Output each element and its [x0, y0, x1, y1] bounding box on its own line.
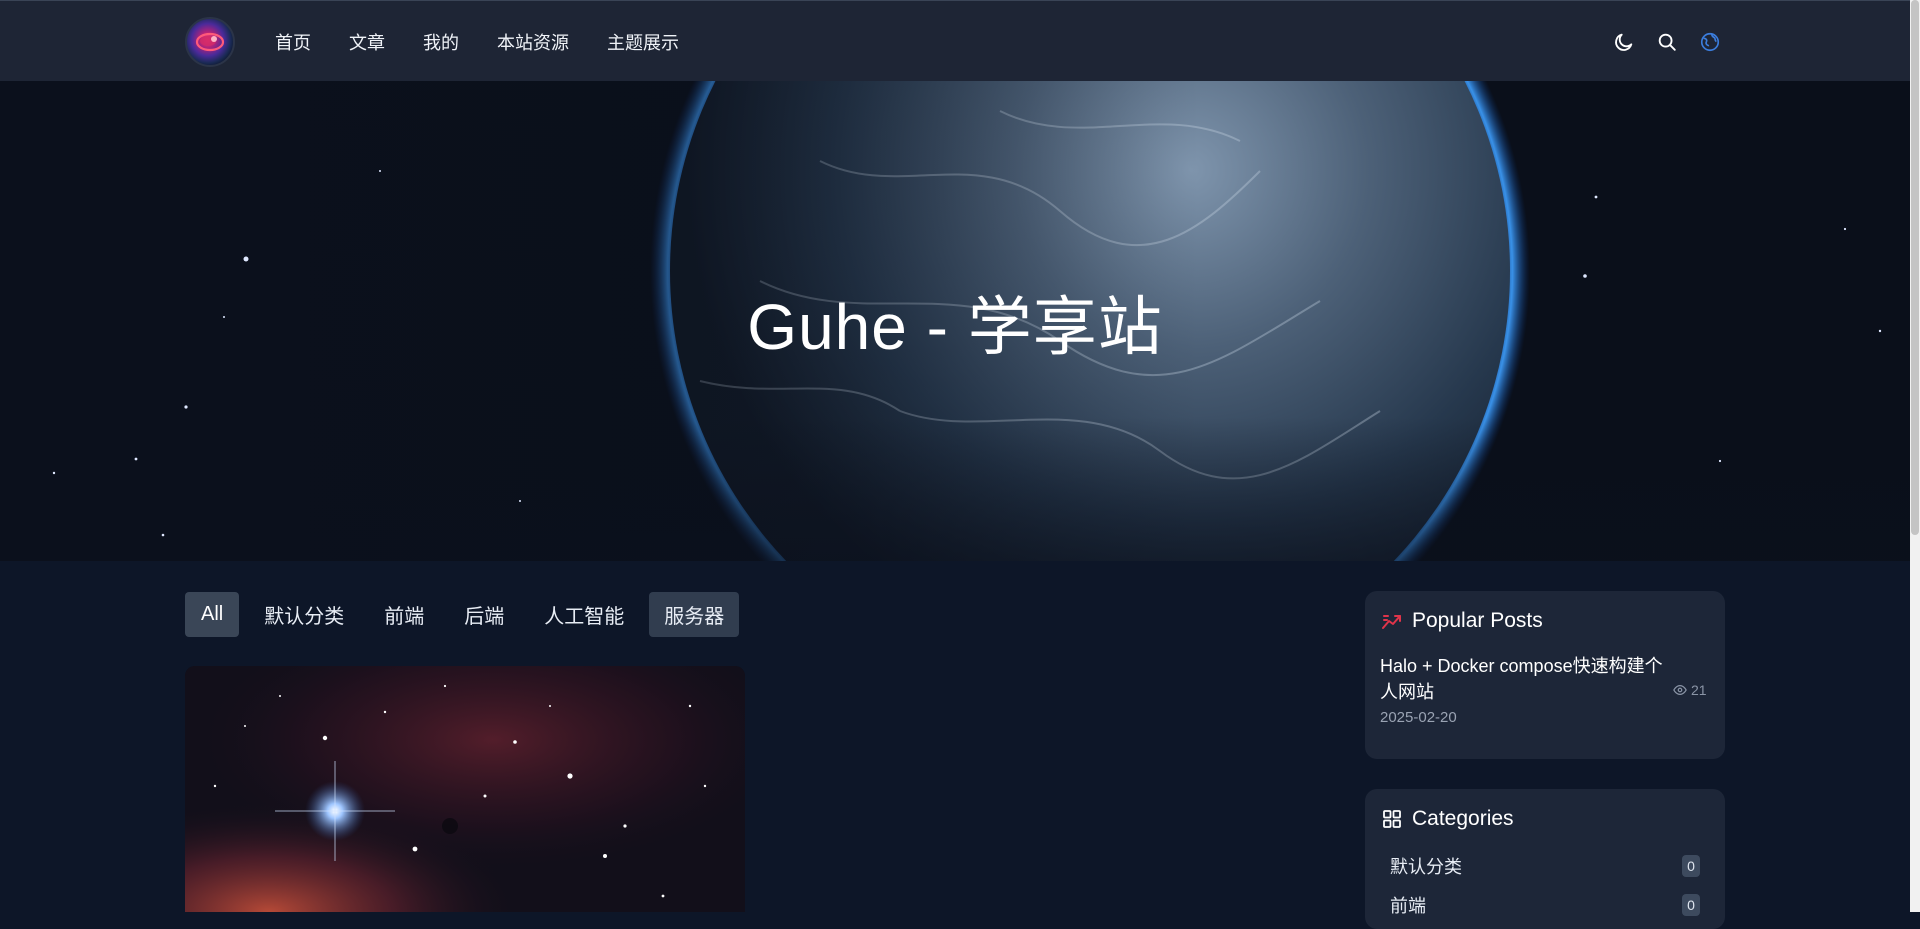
- popular-post-view-count: 21: [1691, 682, 1707, 698]
- categories-header: Categories: [1381, 807, 1514, 831]
- nav-item-mine[interactable]: 我的: [423, 29, 459, 55]
- tab-default[interactable]: 默认分类: [249, 592, 359, 637]
- tab-all[interactable]: All: [185, 591, 240, 637]
- site-logo[interactable]: [185, 17, 235, 67]
- nav-item-home[interactable]: 首页: [275, 29, 311, 55]
- popular-post-link[interactable]: Halo + Docker compose快速构建个人网站: [1380, 653, 1680, 705]
- category-item[interactable]: 前端 0: [1390, 890, 1700, 920]
- globe-icon[interactable]: [1698, 30, 1722, 54]
- top-navbar: 首页 文章 我的 本站资源 主题展示: [0, 0, 1920, 81]
- page-scrollbar[interactable]: [1910, 0, 1920, 912]
- header-actions: [1612, 29, 1741, 55]
- search-icon[interactable]: [1655, 30, 1679, 54]
- category-count-badge: 0: [1682, 855, 1700, 877]
- popular-posts-widget: Popular Posts Halo + Docker compose快速构建个…: [1365, 591, 1725, 759]
- category-count-badge: 0: [1682, 894, 1700, 916]
- main-nav: 首页 文章 我的 本站资源 主题展示: [275, 1, 717, 82]
- nav-item-theme[interactable]: 主题展示: [607, 29, 679, 55]
- tab-ai[interactable]: 人工智能: [529, 592, 639, 637]
- post-card[interactable]: [185, 666, 745, 912]
- popular-post-views: 21: [1673, 682, 1707, 698]
- category-name: 默认分类: [1390, 857, 1462, 877]
- site-title: Guhe - 学享站: [747, 291, 1163, 363]
- categories-title: Categories: [1412, 807, 1514, 830]
- popular-post-date: 2025-02-20: [1380, 709, 1457, 726]
- category-tabs: All 默认分类 前端 后端 人工智能 服务器: [185, 591, 749, 637]
- hero-banner: Guhe - 学享站: [0, 81, 1910, 561]
- category-item[interactable]: 默认分类 0: [1390, 851, 1700, 881]
- nav-item-resources[interactable]: 本站资源: [497, 29, 569, 55]
- grid-icon: [1381, 808, 1403, 830]
- tab-frontend[interactable]: 前端: [369, 592, 439, 637]
- category-name: 前端: [1390, 896, 1426, 916]
- eye-icon: [1673, 685, 1687, 695]
- popular-posts-header: Popular Posts: [1381, 609, 1543, 633]
- moon-icon[interactable]: [1612, 30, 1636, 54]
- tab-backend[interactable]: 后端: [449, 592, 519, 637]
- trending-icon: [1381, 610, 1403, 632]
- nav-item-articles[interactable]: 文章: [349, 29, 385, 55]
- popular-posts-title: Popular Posts: [1412, 609, 1543, 632]
- scrollbar-thumb[interactable]: [1911, 0, 1919, 535]
- categories-widget: Categories 默认分类 0 前端 0: [1365, 789, 1725, 929]
- tab-server[interactable]: 服务器: [649, 591, 740, 637]
- post-cover-image[interactable]: [185, 666, 745, 912]
